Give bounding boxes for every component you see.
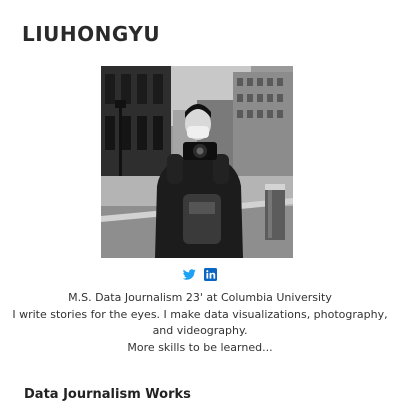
social-links [0, 266, 400, 282]
linkedin-link[interactable] [204, 266, 217, 281]
section-heading-data-journalism-works: Data Journalism Works [24, 387, 191, 402]
twitter-icon [182, 269, 196, 280]
bio-text: M.S. Data Journalism 23' at Columbia Uni… [10, 290, 390, 356]
linkedin-icon [204, 268, 217, 281]
bio-more: More skills to be learned... [127, 340, 273, 354]
bio-degree: M.S. Data Journalism 23' at Columbia Uni… [68, 291, 332, 304]
profile-photo [101, 66, 293, 258]
twitter-link[interactable] [182, 266, 196, 280]
site-title[interactable]: LIUHONGYU [22, 20, 160, 48]
bio-description: I write stories for the eyes. I make dat… [12, 307, 388, 338]
portrait-photo-illustration [101, 66, 293, 258]
